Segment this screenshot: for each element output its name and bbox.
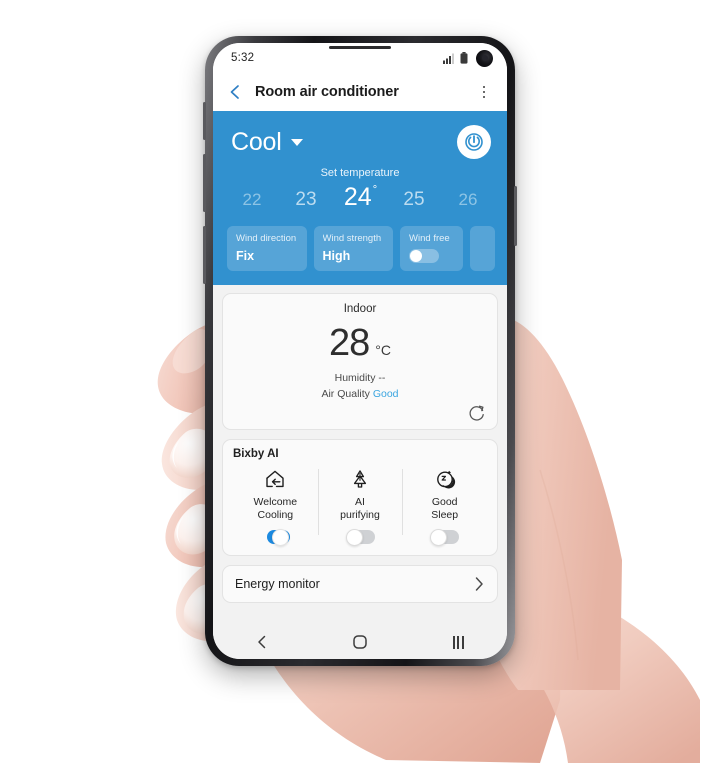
chevron-down-icon [290,138,303,146]
energy-monitor-row[interactable]: Energy monitor [222,565,498,603]
refresh-icon [469,405,484,421]
indoor-temperature-unit: °C [375,342,391,358]
nav-recents-icon [452,635,464,649]
wind-direction-card[interactable]: Wind direction Fix [227,226,307,271]
selected-temperature-value: 24 [343,183,372,211]
kebab-dot [482,85,486,89]
bixby-item-label: Good Sleep [431,496,458,522]
back-chevron-icon [230,85,239,99]
temperature-option-22[interactable]: 22 [225,190,279,210]
ac-panel-header: Cool [225,121,495,163]
earpiece-speaker [329,46,391,49]
temperature-option-26[interactable]: 26 [441,190,495,210]
toggle-knob [345,529,363,547]
kebab-dot [482,95,486,99]
mode-label: Cool [231,127,282,156]
page-title: Room air conditioner [255,84,399,100]
indoor-temperature-value: 28 [329,322,370,364]
smartphone-device: 5:32 Room air conditioner Cool Set tempe… [203,36,517,666]
recents-bar [457,635,459,649]
temperature-option-24-selected[interactable]: 24° [333,183,387,212]
power-icon [465,133,483,151]
nav-recents-button[interactable] [435,629,481,655]
ac-control-panel: Cool Set temperature 22 23 24° 25 26 Win… [213,111,507,285]
system-navigation-bar [213,625,507,659]
status-bar-time: 5:32 [231,52,255,64]
app-bar: Room air conditioner [213,73,507,111]
ai-purifying-toggle[interactable] [345,529,375,547]
air-quality-value: Good [372,388,399,400]
indoor-status-card: Indoor 28 °C Humidity -- Air Quality Goo… [222,293,498,430]
humidity-label: Humidity [334,372,376,384]
phone-screen: 5:32 Room air conditioner Cool Set tempe… [213,43,507,659]
refresh-button[interactable] [467,403,487,423]
back-button[interactable] [223,80,247,104]
nav-home-button[interactable] [337,629,383,655]
nav-back-icon [258,635,266,649]
wind-strength-title: Wind strength [322,233,382,244]
bixby-item-label: AI purifying [340,496,380,522]
moon-sleep-icon [433,467,457,491]
wind-strength-card[interactable]: Wind strength High [313,226,394,271]
wind-free-card[interactable]: Wind free [400,226,464,271]
bixby-feature-row: Welcome Cooling AI purifying Good Sleep [233,467,487,547]
wind-free-toggle[interactable] [409,249,440,263]
bixby-item-welcome-cooling[interactable]: Welcome Cooling [233,467,318,547]
phone-volume-up-button[interactable] [203,154,206,212]
bixby-card-title: Bixby AI [233,448,279,460]
temperature-option-25[interactable]: 25 [387,189,441,211]
temperature-option-23[interactable]: 23 [279,189,333,211]
ac-quick-controls: Wind direction Fix Wind strength High Wi… [225,226,495,271]
good-sleep-toggle[interactable] [430,529,460,547]
welcome-cooling-toggle[interactable] [261,529,290,547]
bixby-label-line1: Welcome [253,496,298,508]
energy-monitor-label: Energy monitor [235,577,320,591]
phone-power-side-button[interactable] [514,186,517,246]
indoor-card-title: Indoor [343,303,377,315]
overflow-menu-icon[interactable] [473,80,495,104]
chevron-right-icon [475,577,483,591]
bixby-item-good-sleep[interactable]: Good Sleep [402,467,487,547]
indoor-temperature-display: 28 °C [233,324,487,362]
bixby-label-line2: Sleep [431,509,459,522]
bixby-ai-card: Bixby AI Welcome Cooling AI purifying Go… [222,439,498,556]
phone-volume-down-button[interactable] [203,226,206,284]
recents-bar [461,635,464,649]
degree-symbol: ° [372,183,378,196]
power-button[interactable] [457,125,491,159]
bixby-label-line2: Cooling [257,509,294,522]
wind-strength-value: High [322,249,351,263]
humidity-row: Humidity -- [233,372,487,384]
phone-side-button-bixby[interactable] [203,102,206,140]
mode-selector[interactable]: Cool [231,128,303,157]
recents-bar [452,635,455,649]
status-bar-icons [443,49,493,67]
nav-back-button[interactable] [239,629,285,655]
bixby-label-line1: AI [355,496,365,508]
app-content: Indoor 28 °C Humidity -- Air Quality Goo… [213,285,507,625]
kebab-dot [482,90,486,94]
air-quality-row: Air Quality Good [233,388,487,400]
bixby-label-line1: Good [431,496,458,508]
wind-free-title: Wind free [409,233,450,244]
front-camera-punch-hole [476,49,493,67]
bixby-item-label: Welcome Cooling [254,496,298,522]
bixby-item-ai-purifying[interactable]: AI purifying [317,467,403,547]
toggle-knob [271,529,289,547]
humidity-value: -- [378,372,386,384]
wind-direction-title: Wind direction [236,233,297,244]
temperature-slider[interactable]: 22 23 24° 25 26 [225,183,495,212]
bixby-label-line2: purifying [340,509,380,522]
wind-direction-value: Fix [236,249,255,263]
nav-home-icon [353,635,367,649]
set-temperature-label: Set temperature [320,167,400,179]
battery-icon [460,52,468,64]
house-arrow-in-icon [263,467,287,491]
signal-bars-icon [443,53,454,64]
additional-control-card[interactable] [470,226,495,271]
pine-tree-icon [348,467,372,491]
air-quality-label: Air Quality [321,388,370,400]
